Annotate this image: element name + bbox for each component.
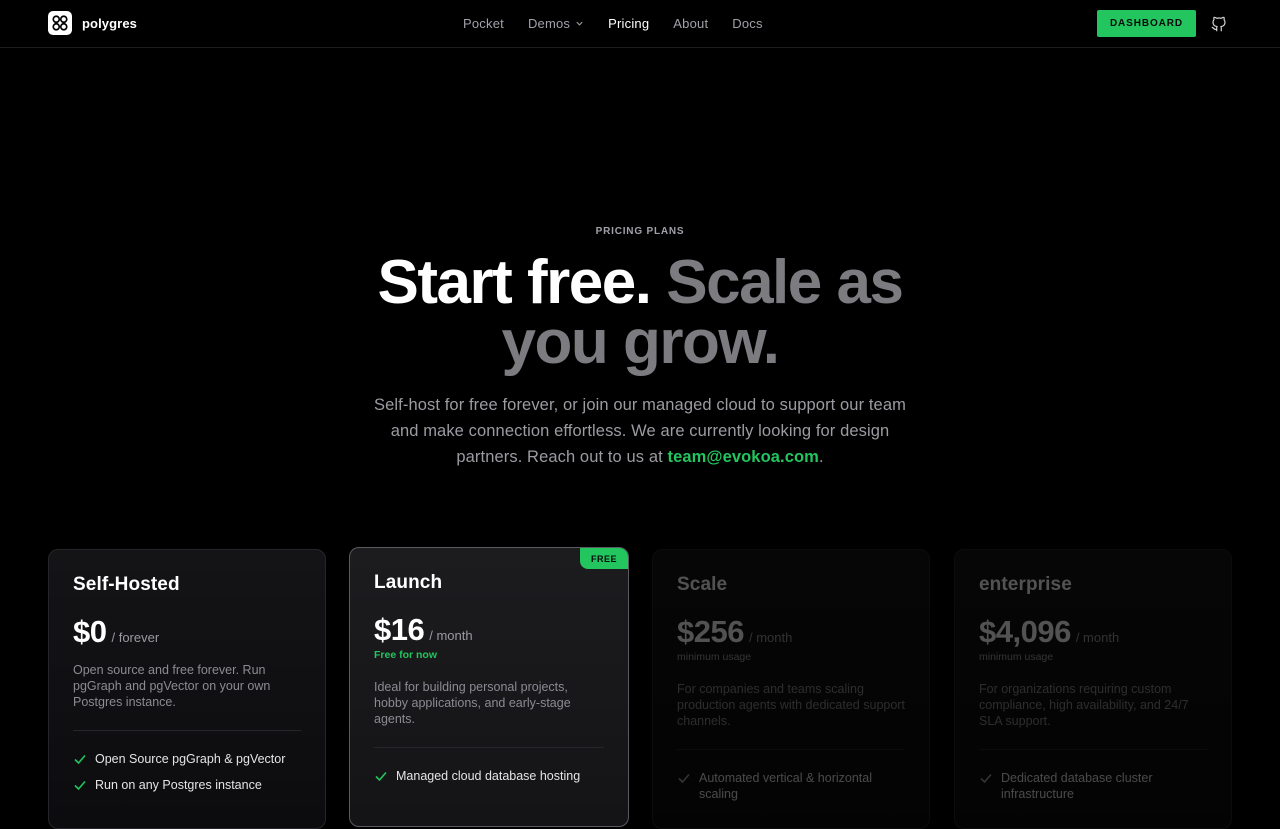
hero-subtitle: Self-host for free forever, or join our …	[370, 392, 910, 470]
nav-link-demos-label: Demos	[527, 16, 571, 31]
nav-link-docs[interactable]: Docs	[720, 16, 774, 31]
plan-title: Scale	[677, 574, 728, 595]
plan-price: $0	[73, 614, 107, 649]
divider	[677, 749, 905, 750]
plan-description: For organizations requiring custom compl…	[979, 682, 1189, 728]
divider	[374, 747, 604, 748]
plan-period: / month	[1075, 630, 1120, 645]
plan-description: Ideal for building personal projects, ho…	[374, 680, 571, 726]
page-headline: Start free. Scale as you grow.	[340, 252, 940, 374]
plan-title: Launch	[374, 572, 443, 593]
feature-label: Dedicated database cluster infrastructur…	[1001, 771, 1153, 801]
plan-card-enterprise: enterprise $4,096 / month minimum usage …	[954, 549, 1232, 829]
plan-card-launch: FREE Launch $16 / month Free for now Ide…	[349, 547, 629, 827]
feature-item: Run on any Postgres instance	[73, 777, 301, 793]
feature-label: Open Source pgGraph & pgVector	[95, 752, 286, 766]
brand[interactable]: polygres	[48, 11, 137, 35]
plan-title: enterprise	[979, 574, 1072, 595]
feature-list: Dedicated database cluster infrastructur…	[979, 770, 1207, 802]
check-icon	[678, 773, 690, 784]
feature-label: Managed cloud database hosting	[396, 769, 581, 783]
plan-period: / month	[429, 628, 473, 643]
headline-bright: Start free.	[377, 248, 652, 317]
plan-description: For companies and teams scaling producti…	[677, 682, 905, 728]
nav-link-demos[interactable]: Demos	[516, 16, 596, 31]
price-note: minimum usage	[979, 651, 1054, 663]
feature-item: Automated vertical & horizontal scaling	[677, 770, 905, 802]
feature-list: Automated vertical & horizontal scaling	[677, 770, 905, 802]
price-note: minimum usage	[677, 651, 752, 663]
plan-price: $16	[374, 612, 425, 647]
hero-subtitle-end: .	[818, 448, 824, 466]
check-icon	[980, 773, 992, 784]
plan-period: / month	[748, 630, 793, 645]
price-row: $4,096 / month	[979, 614, 1207, 650]
plan-title: Self-Hosted	[73, 574, 180, 595]
price-row: $0 / forever	[73, 614, 301, 650]
plan-description: Open source and free forever. Run pgGrap…	[73, 663, 271, 709]
feature-item: Dedicated database cluster infrastructur…	[979, 770, 1207, 802]
plan-card-scale: Scale $256 / month minimum usage For com…	[652, 549, 930, 829]
plan-period: / forever	[111, 630, 160, 645]
price-row: $256 / month	[677, 614, 905, 650]
plan-price: $4,096	[979, 614, 1071, 649]
nav-links: Pocket Demos Pricing About Docs	[451, 0, 775, 47]
pricing-eyebrow: PRICING PLANS	[595, 226, 685, 237]
feature-label: Run on any Postgres instance	[95, 778, 262, 792]
feature-item: Open Source pgGraph & pgVector	[73, 751, 301, 767]
plan-card-self-hosted: Self-Hosted $0 / forever Open source and…	[48, 549, 326, 829]
divider	[73, 730, 301, 731]
feature-list: Open Source pgGraph & pgVector Run on an…	[73, 751, 301, 793]
brand-name: polygres	[82, 15, 137, 31]
nav-link-pricing[interactable]: Pricing	[596, 16, 661, 31]
free-badge: FREE	[580, 548, 628, 569]
nav-link-about[interactable]: About	[661, 16, 720, 31]
nav-link-pocket[interactable]: Pocket	[451, 16, 516, 31]
feature-item: Managed cloud database hosting	[374, 768, 604, 784]
check-icon	[375, 771, 387, 782]
divider	[979, 749, 1207, 750]
plan-price: $256	[677, 614, 744, 649]
polygres-logo-icon	[48, 11, 72, 35]
check-icon	[74, 754, 86, 765]
dashboard-button[interactable]: DASHBOARD	[1097, 10, 1196, 37]
contact-email-link[interactable]: team@evokoa.com	[667, 448, 818, 466]
github-icon[interactable]	[1210, 15, 1228, 33]
chevron-down-icon	[576, 21, 583, 26]
price-row: $16 / month	[374, 612, 604, 648]
price-note: Free for now	[374, 649, 438, 661]
top-navbar: polygres Pocket Demos Pricing About Docs…	[0, 0, 1280, 48]
feature-list: Managed cloud database hosting	[374, 768, 604, 784]
check-icon	[74, 780, 86, 791]
hero-subtitle-text: Self-host for free forever, or join our …	[374, 396, 906, 466]
feature-label: Automated vertical & horizontal scaling	[699, 771, 873, 801]
